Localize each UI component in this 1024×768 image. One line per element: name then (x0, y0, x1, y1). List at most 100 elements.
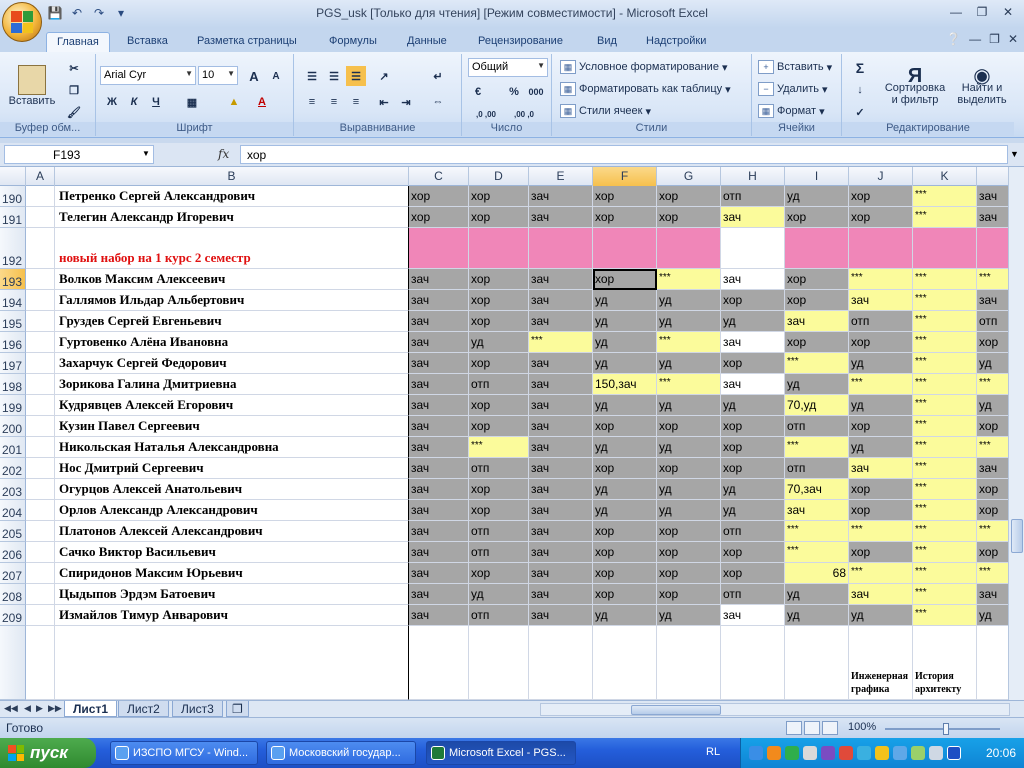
tray-icon-update[interactable] (785, 746, 799, 760)
underline-button[interactable]: Ч (146, 92, 166, 112)
grade-cell-h[interactable]: зач (721, 207, 785, 228)
percent-button[interactable]: % (504, 82, 524, 102)
taskbar-item-ie1[interactable]: ИЗСПО МГСУ - Wind... (110, 741, 258, 765)
grade-cell-e[interactable]: зач (529, 458, 593, 479)
grade-cell-i[interactable]: зач (785, 500, 849, 521)
grade-cell-c[interactable]: зач (409, 542, 469, 563)
grade-cell-l[interactable]: зач (977, 186, 1008, 207)
cell-a[interactable] (26, 311, 55, 332)
align-center-icon[interactable]: ≡ (324, 92, 344, 112)
grade-cell-i[interactable]: хор (785, 332, 849, 353)
grade-cell-l[interactable] (977, 228, 1008, 269)
paste-button[interactable]: Вставить (4, 58, 60, 114)
grade-cell-h[interactable]: хор (721, 437, 785, 458)
row-header[interactable]: 198 (0, 374, 26, 395)
align-bottom-icon[interactable]: ☰ (346, 66, 366, 86)
language-indicator[interactable]: RL (706, 746, 720, 758)
grade-cell-e[interactable]: зач (529, 311, 593, 332)
grade-cell-i[interactable]: уд (785, 584, 849, 605)
grade-cell-k[interactable]: *** (913, 290, 977, 311)
grade-cell-h[interactable]: хор (721, 290, 785, 311)
select-all-corner[interactable] (0, 167, 26, 186)
cell-a[interactable] (26, 353, 55, 374)
grade-cell-e[interactable]: зач (529, 605, 593, 626)
grade-cell-g[interactable]: хор (657, 458, 721, 479)
grade-cell-c[interactable]: зач (409, 374, 469, 395)
student-name-cell[interactable]: Платонов Алексей Александрович (55, 521, 409, 542)
grade-cell-f[interactable]: хор (593, 207, 657, 228)
grade-cell-c[interactable]: зач (409, 521, 469, 542)
grade-cell-j[interactable]: хор (849, 332, 913, 353)
grade-cell-c[interactable]: зач (409, 353, 469, 374)
grade-cell-e[interactable]: зач (529, 437, 593, 458)
grade-cell-k[interactable]: *** (913, 500, 977, 521)
row-header[interactable]: 203 (0, 479, 26, 500)
cell-a[interactable] (26, 437, 55, 458)
subject-header-cell-h[interactable] (721, 626, 785, 700)
cell-a[interactable] (26, 228, 55, 269)
grade-cell-i[interactable]: хор (785, 269, 849, 290)
formula-input[interactable]: хор (240, 145, 1008, 164)
grade-cell-l[interactable]: хор (977, 479, 1008, 500)
cell-a[interactable] (26, 542, 55, 563)
grade-cell-k[interactable]: *** (913, 521, 977, 542)
cell-a[interactable] (26, 521, 55, 542)
grade-cell-d[interactable]: отп (469, 605, 529, 626)
grade-cell-i[interactable]: 70,зач (785, 479, 849, 500)
conditional-formatting-button[interactable]: ▦ Условное форматирование ▾ (560, 60, 727, 74)
grade-cell-i[interactable]: уд (785, 605, 849, 626)
student-name-cell[interactable]: Гуртовенко Алёна Ивановна (55, 332, 409, 353)
tray-icon-volume[interactable] (875, 746, 889, 760)
grade-cell-e[interactable]: зач (529, 584, 593, 605)
grade-cell-l[interactable]: хор (977, 416, 1008, 437)
grade-cell-k[interactable]: *** (913, 353, 977, 374)
tray-icon-monitor[interactable] (803, 746, 817, 760)
row-header[interactable]: 197 (0, 353, 26, 374)
grade-cell-i[interactable]: хор (785, 290, 849, 311)
grade-cell-f[interactable]: хор (593, 458, 657, 479)
grade-cell-d[interactable]: хор (469, 416, 529, 437)
subject-header-cell-l[interactable] (977, 626, 1008, 700)
increase-decimal-button[interactable]: ,0 ,00 (468, 104, 504, 124)
grade-cell-l[interactable]: зач (977, 207, 1008, 228)
tab-review[interactable]: Рецензирование (468, 32, 573, 52)
grade-cell-c[interactable]: хор (409, 207, 469, 228)
number-format-combo[interactable]: Общий ▼ (468, 58, 548, 77)
grade-cell-i[interactable]: уд (785, 186, 849, 207)
student-name-cell[interactable]: Спиридонов Максим Юрьевич (55, 563, 409, 584)
decrease-indent-icon[interactable]: ⇤ (374, 92, 394, 112)
grade-cell-k[interactable]: *** (913, 332, 977, 353)
grade-cell-l[interactable]: *** (977, 563, 1008, 584)
tab-home[interactable]: Главная (46, 32, 110, 52)
italic-button[interactable]: К (124, 92, 144, 112)
student-name-cell[interactable]: Волков Максим Алексеевич (55, 269, 409, 290)
font-name-combo[interactable]: Arial Cyr ▼ (100, 66, 196, 85)
grade-cell-f[interactable]: уд (593, 605, 657, 626)
grade-cell-f[interactable]: уд (593, 353, 657, 374)
grade-cell-f[interactable]: уд (593, 311, 657, 332)
grade-cell-l[interactable]: уд (977, 395, 1008, 416)
grade-cell-l[interactable]: *** (977, 521, 1008, 542)
align-middle-icon[interactable]: ☰ (324, 66, 344, 86)
grade-cell-e[interactable]: зач (529, 500, 593, 521)
sheet-tab-2[interactable]: Лист2 (118, 701, 169, 717)
grade-cell-h[interactable]: хор (721, 542, 785, 563)
normal-view-icon[interactable] (786, 721, 802, 735)
grade-cell-e[interactable]: зач (529, 290, 593, 311)
grade-cell-i[interactable]: отп (785, 416, 849, 437)
grade-cell-e[interactable]: зач (529, 479, 593, 500)
grade-cell-h[interactable]: отп (721, 584, 785, 605)
column-header-k[interactable]: K (913, 167, 977, 186)
grade-cell-j[interactable]: хор (849, 207, 913, 228)
close-doc-icon[interactable]: ✕ (1008, 32, 1018, 46)
subject-header-cell-i[interactable] (785, 626, 849, 700)
grade-cell-e[interactable]: зач (529, 542, 593, 563)
column-header-i[interactable]: I (785, 167, 849, 186)
sheet-tab-3[interactable]: Лист3 (172, 701, 223, 717)
close-icon[interactable]: ✕ (996, 3, 1020, 21)
grade-cell-d[interactable]: хор (469, 207, 529, 228)
grade-cell-h[interactable]: уд (721, 395, 785, 416)
grade-cell-d[interactable]: отп (469, 374, 529, 395)
tray-icon-connection[interactable] (893, 746, 907, 760)
grade-cell-h[interactable]: хор (721, 416, 785, 437)
